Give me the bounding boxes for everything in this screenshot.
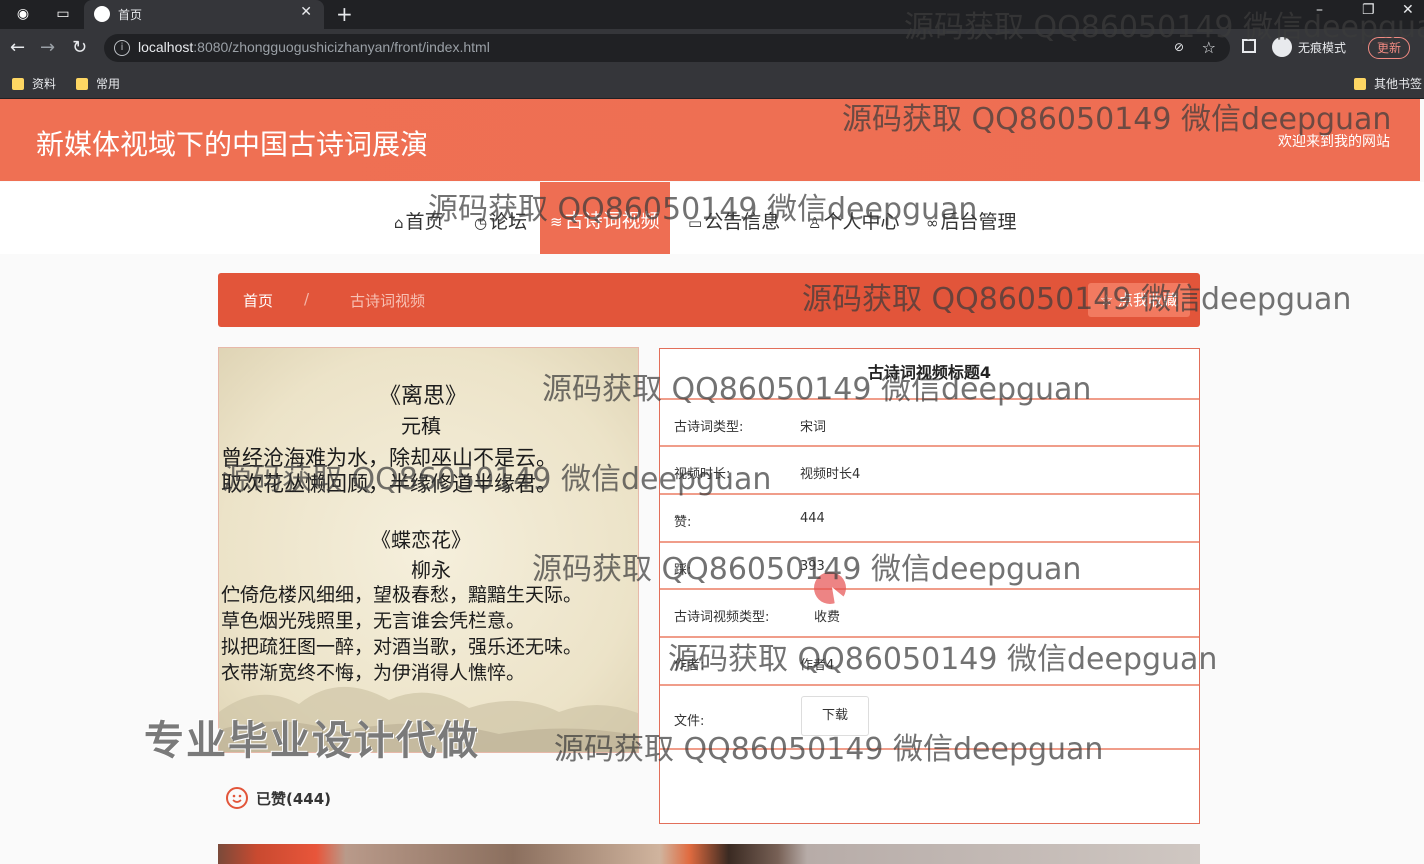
close-window-icon[interactable]: ✕: [1402, 2, 1414, 18]
detail-key: 赞:: [674, 515, 692, 530]
detail-row: 古诗词视频类型: 收费: [660, 590, 1199, 638]
folder-icon: [12, 77, 24, 90]
info-icon[interactable]: i: [114, 40, 130, 56]
poem-author: 柳永: [411, 558, 451, 582]
clock-icon: ◷: [474, 214, 488, 232]
poem-line: 取次花丛懒回顾，半缘修道半缘君。: [221, 472, 557, 496]
main-nav: ⌂ 首页 ◷ 论坛 ≋ 古诗词视频 ▭ 公告信息 ♙ 个人中心 ∞ 后台管理: [0, 182, 1424, 254]
detail-value: 393: [800, 559, 825, 574]
nav-label: 论坛: [489, 211, 528, 233]
next-video-thumbnails[interactable]: [218, 844, 1200, 864]
back-icon[interactable]: ←: [10, 37, 25, 58]
detail-row: 作者: 作者4: [660, 638, 1199, 686]
detail-value: 视频时长4: [800, 467, 861, 482]
nav-label: 首页: [405, 211, 444, 233]
like-count-label: 已赞(444): [256, 789, 332, 808]
bookmark-label: 常用: [96, 77, 121, 91]
other-bookmarks[interactable]: 其他书签: [1354, 75, 1422, 92]
tab-title: 首页: [118, 8, 143, 22]
user-icon: ♙: [808, 214, 822, 232]
collect-button[interactable]: ☆ 点我收藏: [1087, 283, 1190, 317]
link-icon: ∞: [926, 214, 939, 232]
breadcrumb-home[interactable]: 首页: [243, 290, 273, 311]
detail-value: 444: [800, 511, 825, 526]
url-host: localhost: [138, 39, 194, 55]
reload-icon[interactable]: ↻: [72, 37, 87, 58]
like-status[interactable]: 已赞(444): [226, 787, 331, 809]
download-button[interactable]: 下载: [801, 696, 869, 736]
folder-icon: [1354, 77, 1366, 90]
new-tab-button[interactable]: +: [336, 2, 353, 26]
bookmark-star-icon[interactable]: ☆: [1202, 38, 1216, 57]
detail-row: 文件: 下载: [660, 686, 1199, 750]
browser-tab[interactable]: 首页 ✕: [84, 0, 324, 29]
nav-label: 后台管理: [940, 211, 1017, 233]
bookmark-label: 资料: [32, 77, 57, 91]
book-icon: ▭: [688, 214, 703, 232]
globe-icon: [94, 6, 110, 22]
video-detail-panel: 古诗词视频标题4 古诗词类型: 宋词 视频时长: 视频时长4 赞: 444 踩:…: [659, 348, 1200, 824]
poem-line: 草色烟光残照里，无言谁会凭栏意。: [221, 610, 526, 632]
detail-value: 宋词: [800, 420, 827, 435]
video-title: 古诗词视频标题4: [867, 363, 992, 382]
update-button[interactable]: 更新: [1368, 37, 1411, 59]
site-title: 新媒体视域下的中国古诗词展演: [36, 128, 429, 161]
tab-search-icon[interactable]: ▭: [54, 5, 72, 23]
nav-item-profile[interactable]: ♙ 个人中心: [808, 202, 899, 254]
bookmark-folder[interactable]: 资料: [12, 75, 56, 92]
detail-key: 视频时长:: [674, 467, 731, 482]
watermark-stamp: 专业毕业设计代做: [144, 718, 480, 764]
url-path: :8080/zhongguogushicizhanyan/front/index…: [193, 39, 490, 55]
blocked-popup-icon[interactable]: ⊘: [1174, 40, 1184, 54]
nav-label: 个人中心: [823, 211, 900, 233]
detail-key: 踩:: [674, 563, 692, 578]
browser-menu-icon[interactable]: ◉: [14, 5, 32, 23]
nav-item-admin[interactable]: ∞ 后台管理: [926, 202, 1017, 254]
detail-key: 古诗词类型:: [674, 420, 744, 435]
poem-line: 伫倚危楼风细细，望极春愁，黯黯生天际。: [221, 584, 583, 606]
close-tab-icon[interactable]: ✕: [300, 4, 312, 20]
detail-value: 作者4: [800, 658, 835, 673]
incognito-label: 无痕模式: [1298, 40, 1347, 55]
detail-row: 赞: 444: [660, 495, 1199, 543]
detail-row: 古诗词类型: 宋词: [660, 398, 1199, 447]
nav-label: 古诗词视频: [564, 210, 660, 232]
breadcrumb: 首页 / 古诗词视频 ☆ 点我收藏: [218, 273, 1200, 327]
detail-key: 作者:: [674, 658, 705, 673]
detail-key: 古诗词视频类型:: [674, 610, 770, 625]
layers-icon: ≋: [550, 213, 563, 231]
incognito-icon: [1272, 37, 1292, 57]
smile-icon: [226, 787, 248, 809]
incognito-indicator[interactable]: 无痕模式: [1272, 37, 1346, 57]
nav-item-home[interactable]: ⌂ 首页: [394, 202, 444, 254]
browser-toolbar: ← → ↻ i localhost:8080/zhongguogushicizh…: [0, 29, 1424, 67]
breadcrumb-current: 古诗词视频: [350, 292, 426, 310]
nav-item-poetry-video[interactable]: ≋ 古诗词视频: [540, 182, 670, 254]
detail-value: 收费: [814, 610, 841, 625]
bookmarks-bar: 资料 常用 其他书签: [0, 67, 1424, 99]
detail-row: 视频时长: 视频时长4: [660, 447, 1199, 495]
breadcrumb-separator: /: [304, 290, 310, 308]
poem-title: 《蝶恋花》: [371, 528, 471, 552]
detail-key: 文件:: [674, 714, 705, 729]
minimize-icon[interactable]: –: [1316, 2, 1323, 18]
video-cover-image[interactable]: 《离思》 元稹 曾经沧海难为水，除却巫山不是云。 取次花丛懒回顾，半缘修道半缘君…: [218, 347, 639, 753]
nav-item-announcements[interactable]: ▭ 公告信息: [688, 202, 780, 254]
address-bar[interactable]: i localhost:8080/zhongguogushicizhanyan/…: [104, 34, 1230, 62]
bookmark-folder[interactable]: 常用: [76, 75, 120, 92]
side-panel-icon[interactable]: [1242, 39, 1256, 53]
poem-author: 元稹: [401, 414, 441, 438]
home-icon: ⌂: [394, 214, 404, 232]
site-header: 新媒体视域下的中国古诗词展演 欢迎来到我的网站: [0, 99, 1420, 181]
forward-icon[interactable]: →: [40, 37, 55, 58]
other-bookmarks-label: 其他书签: [1374, 77, 1423, 91]
welcome-text: 欢迎来到我的网站: [1278, 134, 1390, 150]
poem-title: 《离思》: [379, 384, 468, 409]
nav-item-forum[interactable]: ◷ 论坛: [474, 202, 527, 254]
browser-tab-bar: ◉ ▭ 首页 ✕ + – ❐ ✕: [0, 0, 1424, 29]
nav-label: 公告信息: [704, 211, 781, 233]
restore-icon[interactable]: ❐: [1362, 2, 1375, 18]
folder-icon: [76, 77, 88, 90]
detail-row: 踩: 393: [660, 543, 1199, 590]
